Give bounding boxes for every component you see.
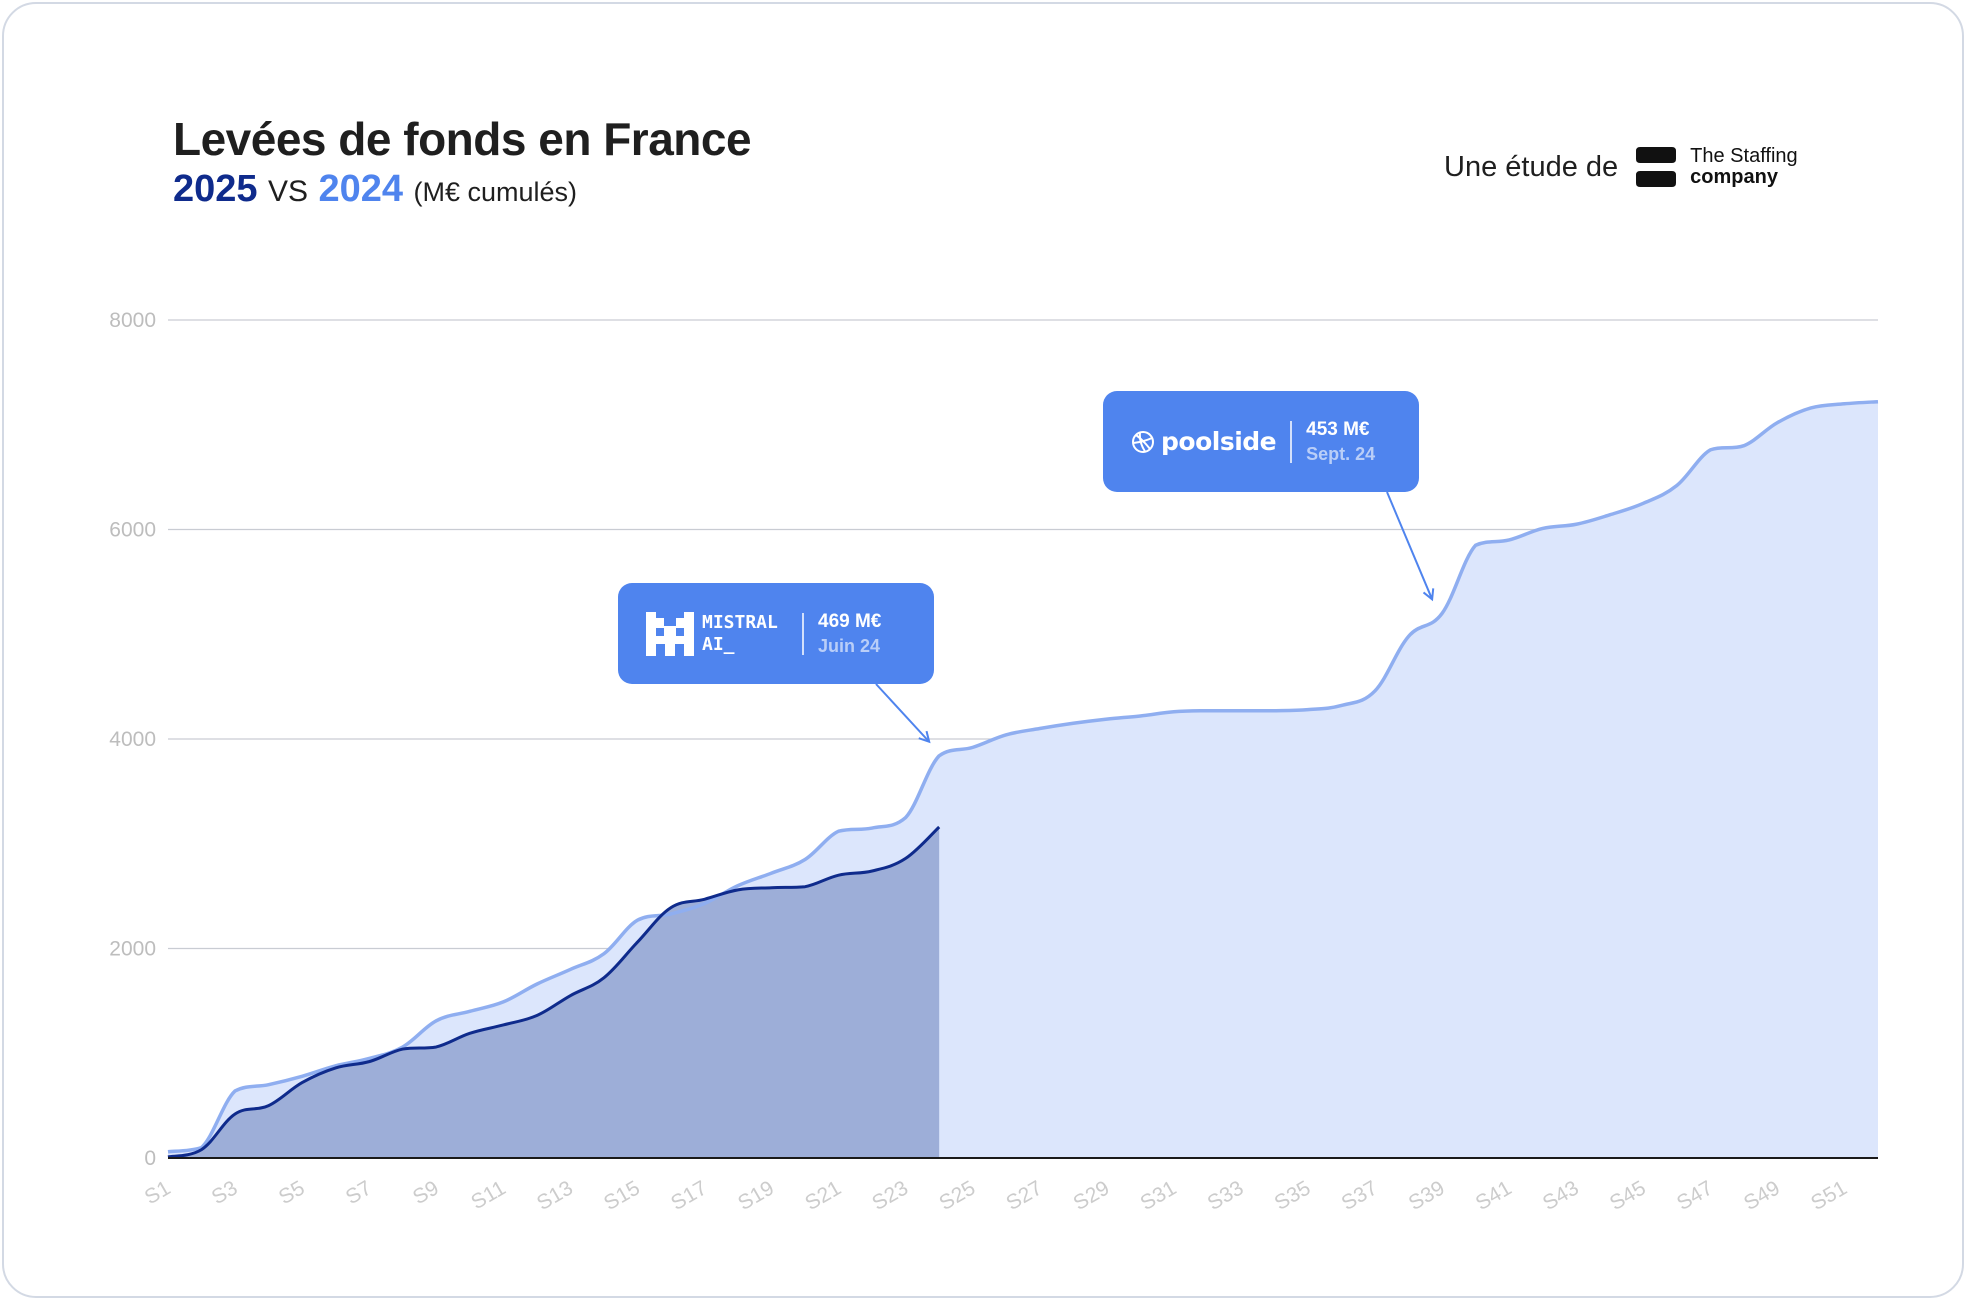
- x-tick-label: S43: [1539, 1176, 1583, 1215]
- x-tick-label: S3: [208, 1176, 242, 1209]
- poolside-wordmark: poolside: [1161, 427, 1277, 456]
- x-tick-label: S31: [1137, 1176, 1181, 1215]
- mistral-word-line2: AI_: [702, 633, 735, 655]
- x-tick-label: S15: [600, 1176, 644, 1215]
- y-tick-label: 8000: [109, 309, 156, 332]
- mistral-info: 469 M€ Juin 24: [818, 610, 881, 658]
- poolside-ball-logo-icon: [1132, 430, 1154, 453]
- callout-mistral: MISTRAL AI_ 469 M€ Juin 24: [618, 583, 934, 684]
- x-tick-label: S23: [868, 1176, 912, 1215]
- x-tick-label: S29: [1069, 1176, 1113, 1215]
- mistral-date: Juin 24: [818, 635, 881, 656]
- x-tick-label: S13: [533, 1176, 577, 1215]
- x-tick-label: S41: [1472, 1176, 1516, 1215]
- arrow-poolside: [1386, 491, 1434, 600]
- x-tick-label: S51: [1807, 1176, 1851, 1215]
- x-tick-label: S11: [467, 1176, 510, 1214]
- y-tick-label: 6000: [109, 519, 156, 542]
- x-tick-label: S25: [935, 1176, 979, 1215]
- callout-divider: [802, 612, 804, 655]
- arrow-mistral: [875, 683, 930, 743]
- y-axis: 0 2000 4000 6000 8000: [109, 309, 156, 1170]
- poolside-date: Sept. 24: [1306, 443, 1376, 464]
- y-tick-label: 4000: [109, 728, 156, 751]
- x-tick-label: S45: [1606, 1176, 1650, 1215]
- mistral-word-line1: MISTRAL: [702, 611, 778, 633]
- x-tick-label: S21: [801, 1176, 845, 1215]
- x-tick-label: S33: [1204, 1176, 1248, 1215]
- x-tick-label: S5: [275, 1176, 309, 1209]
- poolside-logo: poolside: [1103, 391, 1277, 492]
- x-tick-label: S39: [1405, 1176, 1449, 1215]
- callout-poolside: poolside 453 M€ Sept. 24: [1103, 391, 1419, 492]
- x-tick-label: S35: [1271, 1176, 1315, 1215]
- poolside-amount: 453 M€: [1306, 418, 1370, 440]
- x-tick-label: S1: [141, 1176, 175, 1209]
- mistral-m-logo-icon: [646, 611, 694, 656]
- callout-divider: [1290, 420, 1293, 463]
- y-tick-label: 2000: [109, 938, 156, 961]
- x-axis: S1 S3 S5 S7 S9 S11 S13 S15 S17 S19 S21 S23 S25 S27 S29…: [141, 1176, 1851, 1215]
- x-tick-label: S27: [1002, 1176, 1046, 1215]
- area-chart: 0 2000 4000 6000 8000 S1 S3 S5 S7 S9 S11 S13 S15 S17…: [109, 309, 1879, 1215]
- poolside-info: 453 M€ Sept. 24: [1306, 418, 1375, 466]
- x-tick-label: S37: [1338, 1176, 1382, 1215]
- x-tick-label: S49: [1740, 1176, 1784, 1215]
- y-tick-label: 0: [144, 1147, 156, 1170]
- mistral-amount: 469 M€: [818, 610, 882, 632]
- mistral-wordmark: MISTRAL AI_: [702, 612, 788, 656]
- x-tick-label: S47: [1673, 1176, 1717, 1215]
- area-2024: [168, 401, 1878, 1159]
- x-tick-label: S9: [409, 1176, 443, 1209]
- mistral-logo: MISTRAL AI_: [618, 583, 788, 684]
- series-areas: [168, 401, 1878, 1159]
- x-tick-label: S17: [667, 1176, 711, 1215]
- x-tick-label: S7: [342, 1176, 376, 1209]
- x-tick-label: S19: [734, 1176, 778, 1215]
